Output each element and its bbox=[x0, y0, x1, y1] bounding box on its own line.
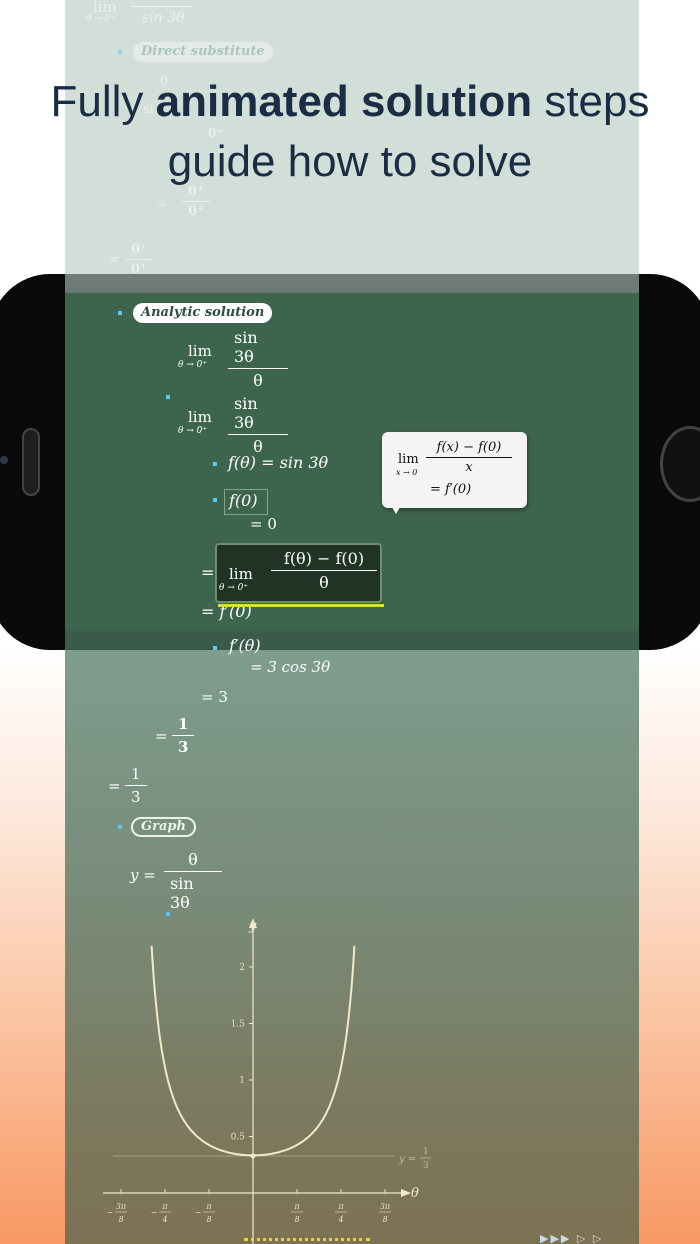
f0-expression: f(0) bbox=[229, 491, 258, 510]
progress-dots bbox=[244, 1238, 370, 1241]
ghost-frac1-num: 0⁺ bbox=[188, 184, 204, 199]
equals-sign-3: = bbox=[108, 777, 121, 795]
callout-result: = f′(0) bbox=[430, 482, 472, 497]
equals-three: = 3 bbox=[201, 688, 228, 706]
f-definition: f(θ) = sin 3θ bbox=[228, 453, 329, 472]
bullet-dot bbox=[213, 498, 217, 502]
bullet-dot bbox=[118, 50, 122, 54]
ghost-lim-sub: θ → 0⁺ bbox=[86, 14, 116, 24]
bullet-dot bbox=[166, 395, 170, 399]
ghost-fraction-2: 0⁺ 0⁺ bbox=[125, 240, 153, 279]
ghost-zero-plus: 0⁺ bbox=[208, 126, 223, 140]
ghost-sin-short: si bbox=[143, 102, 154, 117]
callout-bar bbox=[426, 457, 512, 458]
box-lim-sub: θ → 0⁺ bbox=[219, 583, 249, 593]
callout-lim-sub: x → 0 bbox=[396, 468, 418, 477]
highlight-underline bbox=[218, 604, 384, 607]
derivative-definition-callout: lim x → 0 f(x) − f(0) x = f′(0) bbox=[382, 432, 527, 514]
bullet-dot bbox=[118, 311, 122, 315]
ghost-frac1-den: 0⁺ bbox=[188, 204, 204, 219]
ghost-eq: = bbox=[108, 252, 120, 268]
graph-equation-den: sin 3θ bbox=[170, 874, 194, 912]
fraction-1-den: θ bbox=[253, 371, 263, 390]
f0-equals-zero: = 0 bbox=[250, 515, 277, 533]
ghost-den: sin 3θ bbox=[142, 10, 185, 26]
box-fraction-num: f(θ) − f(0) bbox=[283, 549, 365, 568]
derivative-definition-box: lim θ → 0⁺ f(θ) − f(0) θ bbox=[215, 543, 382, 603]
ghost-fraction-1: 0⁺ 0⁺ bbox=[182, 182, 210, 221]
bullet-dot bbox=[213, 462, 217, 466]
lim-1: lim bbox=[188, 342, 212, 360]
lim-1-sub: θ → 0⁺ bbox=[178, 360, 208, 370]
equals-sign-2: = bbox=[155, 727, 168, 745]
box-lim: lim bbox=[229, 565, 253, 583]
equals-sign: = bbox=[201, 563, 215, 582]
callout-tail bbox=[390, 504, 402, 514]
callout-lim: lim bbox=[398, 452, 419, 467]
one-third-den: 3 bbox=[131, 788, 141, 806]
math-layer: lim θ → 0⁺ sin 3θ Direct substitute 0 si… bbox=[0, 0, 700, 1244]
graph-equation-fraction: θ sin 3θ bbox=[164, 848, 222, 914]
bullet-dot bbox=[213, 646, 217, 650]
bullet-dot bbox=[118, 825, 122, 829]
fraction-2: sin 3θ θ bbox=[228, 392, 288, 458]
graph-y-equals: y = bbox=[130, 866, 156, 884]
one-third-bold: 1 3 bbox=[172, 713, 195, 758]
three-cos: = 3 cos 3θ bbox=[250, 658, 331, 676]
fraction-1-num: sin 3θ bbox=[234, 328, 258, 366]
ghost-frac2-den: 0⁺ bbox=[131, 262, 147, 277]
bullet-dot bbox=[166, 912, 170, 916]
one-third: 1 3 bbox=[125, 763, 147, 808]
ghost-frac2-num: 0⁺ bbox=[131, 242, 147, 257]
ghost-arrow: → bbox=[156, 198, 167, 212]
graph-label: Graph bbox=[131, 817, 196, 837]
playback-arrows[interactable]: ▶▶▶ ▷ ▷ bbox=[540, 1232, 603, 1244]
lim-2-sub: θ → 0⁺ bbox=[178, 426, 208, 436]
fprime-theta: f′(θ) bbox=[229, 636, 261, 655]
callout-num: f(x) − f(0) bbox=[436, 440, 502, 455]
one-third-bold-num: 1 bbox=[178, 715, 189, 733]
direct-substitute-label: Direct substitute bbox=[133, 42, 273, 62]
callout-fraction: f(x) − f(0) x bbox=[426, 440, 512, 475]
box-fraction: f(θ) − f(0) θ bbox=[271, 547, 377, 594]
one-third-num: 1 bbox=[131, 765, 141, 783]
lim-2: lim bbox=[188, 408, 212, 426]
ghost-num: 0 bbox=[160, 74, 169, 89]
graph-equation-num: θ bbox=[188, 850, 198, 869]
one-third-bold-den: 3 bbox=[178, 738, 189, 756]
ghost-fraction-bar bbox=[130, 6, 192, 7]
fraction-2-num: sin 3θ bbox=[234, 394, 258, 432]
callout-den: x bbox=[465, 460, 473, 475]
box-fraction-den: θ bbox=[319, 573, 329, 592]
fraction-1: sin 3θ θ bbox=[228, 326, 288, 392]
analytic-solution-label: Analytic solution bbox=[133, 303, 273, 323]
